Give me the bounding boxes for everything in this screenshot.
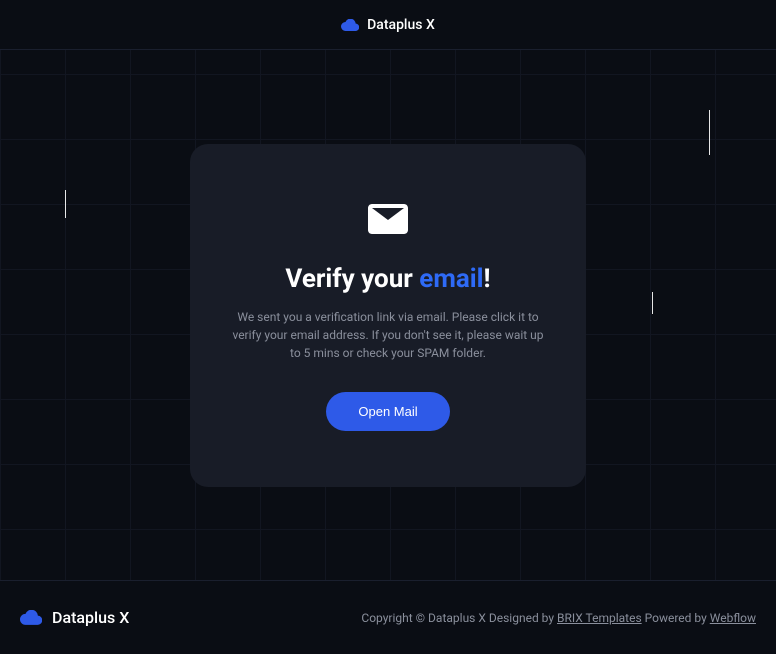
title-suffix: ! bbox=[484, 264, 491, 294]
envelope-icon bbox=[368, 204, 408, 234]
main-content: Verify your email! We sent you a verific… bbox=[0, 50, 776, 580]
verify-email-card: Verify your email! We sent you a verific… bbox=[190, 144, 586, 487]
footer-credits: Copyright © Dataplus X Designed by BRIX … bbox=[361, 611, 756, 625]
title-prefix: Verify your bbox=[285, 264, 419, 294]
open-mail-button[interactable]: Open Mail bbox=[326, 392, 449, 431]
brix-templates-link[interactable]: BRIX Templates bbox=[557, 611, 642, 625]
designed-by-label: Designed by bbox=[489, 611, 557, 625]
card-description: We sent you a verification link via emai… bbox=[230, 308, 546, 362]
powered-by-label: Powered by bbox=[642, 611, 710, 625]
accent-line bbox=[65, 190, 66, 218]
cloud-icon bbox=[341, 19, 359, 31]
card-title: Verify your email! bbox=[230, 264, 546, 294]
webflow-link[interactable]: Webflow bbox=[710, 611, 756, 625]
copyright-text: Copyright © Dataplus X bbox=[361, 611, 488, 625]
footer-brand-text: Dataplus X bbox=[52, 608, 129, 627]
footer-brand: Dataplus X bbox=[20, 608, 129, 627]
header-brand-text: Dataplus X bbox=[367, 17, 435, 33]
accent-line bbox=[709, 110, 710, 155]
footer: Dataplus X Copyright © Dataplus X Design… bbox=[0, 580, 776, 654]
header: Dataplus X bbox=[0, 0, 776, 50]
title-highlight: email bbox=[419, 264, 483, 294]
cloud-icon bbox=[20, 610, 42, 625]
accent-line bbox=[652, 292, 653, 314]
